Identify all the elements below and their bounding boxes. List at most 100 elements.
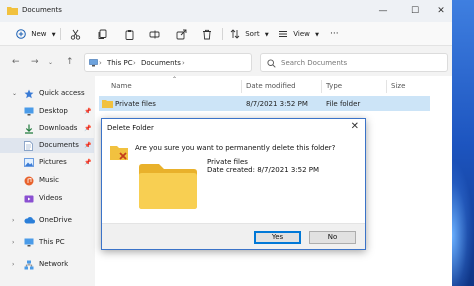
sidebar-item-label: Network — [39, 260, 69, 268]
folder-icon — [102, 100, 113, 108]
dialog-title: Delete Folder — [107, 124, 154, 132]
pc-icon — [89, 59, 98, 67]
chevron-down-icon: ▼ — [51, 32, 56, 38]
address-bar[interactable]: › This PC › Documents › — [84, 53, 252, 72]
address-row: ← → ⌄ ↑ › This PC › Documents › Search D… — [0, 50, 452, 76]
rename-button[interactable] — [149, 27, 160, 41]
desktop-icon — [24, 107, 34, 116]
folder-icon — [7, 7, 18, 15]
new-button[interactable]: New ▼ — [16, 27, 56, 41]
sidebar-item-label: Downloads — [39, 124, 78, 132]
yes-button[interactable]: Yes — [254, 231, 301, 244]
divider — [222, 28, 223, 40]
dialog-footer: Yes No — [102, 223, 365, 249]
view-icon — [279, 31, 287, 37]
close-button[interactable]: ✕ — [430, 4, 452, 18]
share-icon — [176, 29, 187, 39]
no-button[interactable]: No — [309, 231, 356, 244]
pin-icon: 📌 — [84, 159, 92, 166]
sidebar-item-quick-access[interactable]: ⌄ Quick access — [0, 86, 94, 101]
paste-button[interactable] — [124, 27, 135, 41]
file-date: 8/7/2021 3:52 PM — [246, 100, 308, 108]
plus-icon — [16, 29, 26, 39]
sidebar-item-videos[interactable]: Videos — [0, 191, 94, 206]
column-header-type[interactable]: Type — [326, 82, 342, 90]
chevron-right-icon: › — [99, 59, 102, 67]
trash-icon — [203, 29, 211, 39]
search-icon — [267, 59, 276, 68]
column-header-size[interactable]: Size — [391, 82, 405, 90]
view-button[interactable]: View ▼ — [278, 27, 319, 41]
minimize-button[interactable]: — — [372, 4, 394, 18]
search-box[interactable]: Search Documents — [260, 53, 448, 72]
sidebar-item-network[interactable]: › Network — [0, 257, 94, 272]
divider — [60, 28, 61, 40]
command-bar: New ▼ Sort ▼ View ▼ ··· — [0, 22, 452, 46]
sidebar-item-label: Videos — [39, 194, 63, 202]
sidebar-item-label: Quick access — [39, 89, 85, 97]
chevron-down-icon: ▼ — [264, 32, 269, 38]
cut-icon — [70, 29, 81, 40]
sidebar-item-pictures[interactable]: Pictures 📌 — [0, 155, 94, 170]
sidebar-item-label: Desktop — [39, 107, 68, 115]
breadcrumb-documents[interactable]: Documents — [141, 59, 181, 67]
chevron-right-icon: › — [12, 239, 15, 246]
chevron-right-icon: › — [182, 59, 185, 67]
delete-button[interactable] — [202, 27, 212, 41]
chevron-right-icon: › — [12, 261, 15, 268]
folder-name: Private files — [207, 158, 248, 166]
new-label: New — [31, 30, 47, 38]
recent-dropdown[interactable]: ⌄ — [48, 59, 53, 66]
network-icon — [24, 260, 34, 270]
sidebar-item-documents[interactable]: Documents 📌 — [0, 138, 94, 153]
pictures-icon — [24, 158, 34, 167]
title-bar: Documents — ☐ ✕ — [0, 0, 452, 22]
column-header-name[interactable]: Name — [111, 82, 132, 90]
share-button[interactable] — [176, 27, 187, 41]
view-label: View — [293, 30, 310, 38]
sidebar-item-label: OneDrive — [39, 216, 72, 224]
sidebar-item-downloads[interactable]: Downloads 📌 — [0, 121, 94, 136]
cut-button[interactable] — [70, 27, 81, 41]
forward-button[interactable]: → — [31, 57, 39, 67]
explorer-window: Documents — ☐ ✕ New ▼ Sort ▼ View ▼ ··· … — [0, 0, 452, 286]
dialog-body: Are you sure you want to permanently del… — [102, 137, 365, 222]
dialog-close-button[interactable]: ✕ — [351, 121, 359, 132]
back-button[interactable]: ← — [12, 57, 20, 67]
maximize-button[interactable]: ☐ — [404, 4, 426, 18]
column-header-date[interactable]: Date modified — [246, 82, 296, 90]
star-icon — [24, 89, 34, 99]
up-button[interactable]: ↑ — [66, 57, 74, 67]
wallpaper-bloom — [452, 160, 474, 286]
copy-button[interactable] — [97, 27, 108, 41]
pin-icon: 📌 — [84, 108, 92, 115]
window-title: Documents — [22, 6, 62, 14]
sidebar-item-label: This PC — [39, 238, 65, 246]
rename-icon — [149, 30, 160, 38]
sidebar-item-this-pc[interactable]: › This PC — [0, 235, 94, 250]
sidebar-item-music[interactable]: Music — [0, 173, 94, 188]
sidebar-item-label: Documents — [39, 141, 79, 149]
sort-label: Sort — [245, 30, 260, 38]
dialog-question: Are you sure you want to permanently del… — [135, 144, 336, 152]
search-placeholder: Search Documents — [281, 59, 348, 67]
dialog-title-bar: Delete Folder ✕ — [102, 119, 365, 137]
divider — [386, 80, 387, 93]
pin-icon: 📌 — [84, 142, 92, 149]
music-icon — [24, 176, 34, 186]
more-button[interactable]: ··· — [330, 27, 339, 41]
delete-folder-icon — [110, 146, 128, 160]
chevron-down-icon: ⌄ — [12, 90, 18, 97]
pin-icon: 📌 — [84, 125, 92, 132]
table-row[interactable]: Private files 8/7/2021 3:52 PM File fold… — [99, 96, 430, 111]
paste-icon — [125, 29, 134, 40]
sidebar-item-onedrive[interactable]: › OneDrive — [0, 213, 94, 228]
chevron-right-icon: › — [133, 59, 136, 67]
delete-folder-dialog: Delete Folder ✕ Are you sure you want to… — [101, 118, 366, 250]
cloud-icon — [24, 217, 35, 224]
sidebar-item-desktop[interactable]: Desktop 📌 — [0, 104, 94, 119]
sort-button[interactable]: Sort ▼ — [230, 27, 269, 41]
navigation-pane: ⌄ Quick access Desktop 📌 Downloads 📌 Doc… — [0, 78, 94, 286]
videos-icon — [24, 195, 34, 203]
breadcrumb-this-pc[interactable]: This PC — [107, 59, 133, 67]
